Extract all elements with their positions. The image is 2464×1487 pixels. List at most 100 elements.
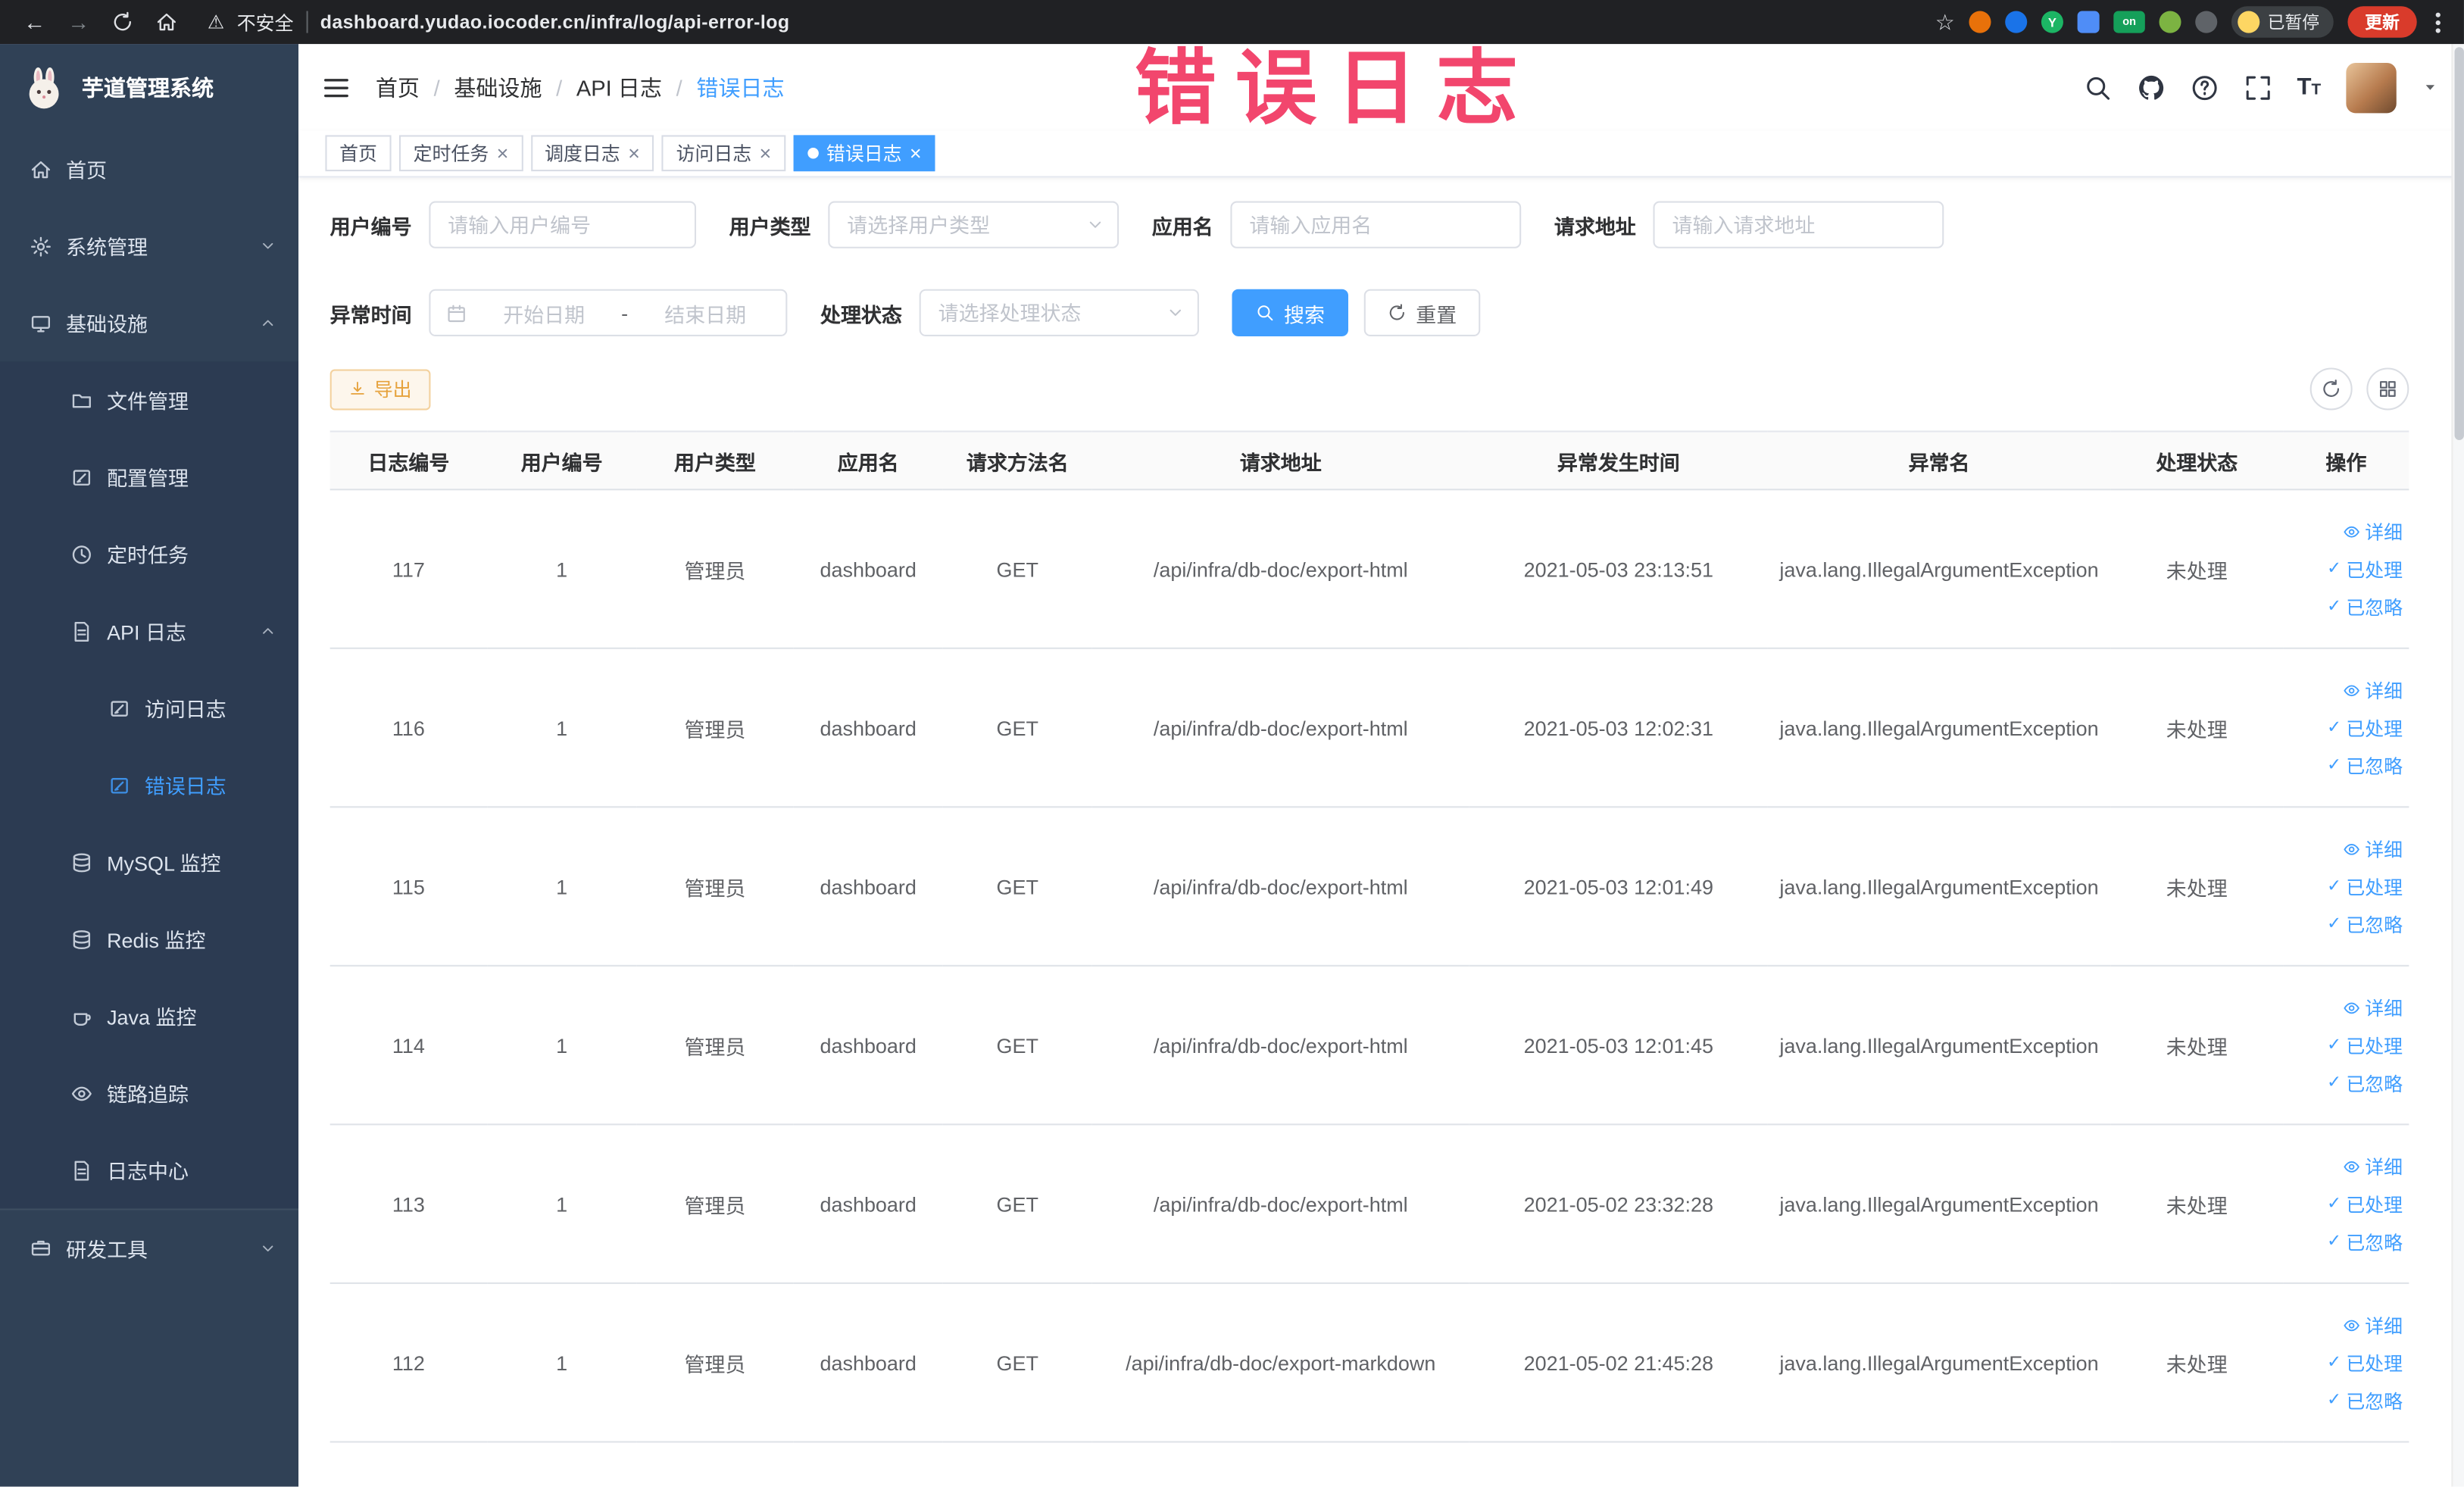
scrollbar-thumb[interactable] (2454, 47, 2464, 440)
sidebar-logo[interactable]: 芋道管理系统 (0, 44, 298, 130)
cell-status: 未处理 (2110, 965, 2284, 1126)
cell-request-url: /api/infra/db-doc/export-markdown (1091, 1282, 1469, 1443)
ignored-link[interactable]: ✓ 已忽略 (2327, 911, 2403, 937)
extension-icon-leaf[interactable] (2159, 11, 2181, 33)
breadcrumb-home[interactable]: 首页 (376, 71, 420, 102)
sidebar-item-config-management[interactable]: 配置管理 (0, 439, 298, 516)
refresh-button[interactable] (2309, 367, 2353, 411)
browser-home-button[interactable] (148, 3, 186, 41)
breadcrumb-infrastructure[interactable]: 基础设施 (454, 71, 542, 102)
tab-schedule-log[interactable]: 调度日志 × (530, 135, 654, 172)
profile-paused-badge[interactable]: 已暂停 (2231, 6, 2334, 38)
extension-icon-green-y[interactable]: Y (2041, 11, 2063, 33)
detail-link[interactable]: 详细 (2343, 836, 2403, 862)
sidebar-item-api-log[interactable]: API 日志 (0, 592, 298, 670)
tab-scheduled-tasks[interactable]: 定时任务 × (398, 135, 523, 172)
sidebar-item-dev-tools[interactable]: 研发工具 (0, 1208, 299, 1286)
address-bar[interactable]: ⚠ 不安全 dashboard.yudao.iocoder.cn/infra/l… (192, 8, 1928, 35)
close-icon[interactable]: × (497, 143, 509, 164)
sidebar-item-scheduled-tasks[interactable]: 定时任务 (0, 515, 298, 592)
search-icon[interactable] (2083, 73, 2111, 101)
clock-icon (70, 543, 92, 565)
process-status-select-input[interactable] (919, 289, 1199, 336)
processed-link[interactable]: ✓ 已处理 (2327, 1191, 2403, 1217)
search-button[interactable]: 搜索 (1232, 289, 1349, 336)
sidebar-item-home[interactable]: 首页 (0, 130, 298, 208)
font-size-icon[interactable]: TT (2297, 74, 2321, 101)
sidebar-item-system-management[interactable]: 系统管理 (0, 208, 298, 285)
browser-menu-icon[interactable] (2431, 11, 2445, 33)
processed-link[interactable]: ✓ 已处理 (2327, 1032, 2403, 1058)
cell-actions: 详细 ✓ 已处理 ✓ 已忽略 (2283, 648, 2409, 808)
ignored-link[interactable]: ✓ 已忽略 (2327, 1228, 2403, 1254)
browser-back-button[interactable]: ← (16, 3, 54, 41)
detail-link[interactable]: 详细 (2343, 1311, 2403, 1338)
processed-link[interactable]: ✓ 已处理 (2327, 873, 2403, 899)
table-row: 115 1 管理员 dashboard GET /api/infra/db-do… (329, 807, 2409, 967)
processed-link[interactable]: ✓ 已处理 (2327, 1349, 2403, 1376)
reset-button[interactable]: 重置 (1363, 289, 1481, 336)
sidebar-item-java-monitor[interactable]: Java 监控 (0, 977, 298, 1054)
extensions-puzzle-icon[interactable] (2195, 11, 2218, 33)
user-type-select-input[interactable] (828, 201, 1120, 248)
user-id-input[interactable] (429, 201, 697, 248)
close-icon[interactable]: × (760, 143, 772, 164)
sidebar-item-error-log[interactable]: 错误日志 (0, 746, 298, 823)
tab-access-log[interactable]: 访问日志 × (661, 135, 785, 172)
user-type-select[interactable] (828, 201, 1120, 248)
extension-icon-orange[interactable] (1969, 11, 1991, 33)
processed-link[interactable]: ✓ 已处理 (2327, 555, 2403, 582)
user-avatar[interactable] (2346, 61, 2397, 113)
sidebar-item-infrastructure[interactable]: 基础设施 (0, 285, 298, 362)
check-icon: ✓ (2326, 1193, 2342, 1213)
bookmark-star-icon[interactable]: ☆ (1935, 8, 1955, 35)
detail-link[interactable]: 详细 (2343, 994, 2403, 1020)
breadcrumb-separator: / (433, 74, 440, 100)
request-url-input[interactable] (1653, 201, 1944, 248)
sidebar-item-access-log[interactable]: 访问日志 (0, 670, 298, 747)
process-status-select[interactable] (919, 289, 1199, 336)
chevron-up-icon (259, 623, 276, 640)
processed-link[interactable]: ✓ 已处理 (2327, 714, 2403, 741)
tab-home[interactable]: 首页 (325, 135, 392, 172)
exception-time-range-picker[interactable]: 开始日期 - 结束日期 (429, 289, 788, 336)
browser-update-button[interactable]: 更新 (2347, 6, 2417, 38)
cell-exception-time: 2021-05-03 12:01:49 (1469, 807, 1768, 967)
breadcrumb-api-log[interactable]: API 日志 (576, 71, 662, 102)
extension-icon-on-badge[interactable]: on (2113, 11, 2145, 33)
browser-forward-button[interactable]: → (60, 3, 98, 41)
browser-reload-button[interactable] (104, 3, 142, 41)
extension-icon-blue[interactable] (2005, 11, 2028, 33)
help-icon[interactable] (2190, 73, 2218, 101)
sidebar-item-label: 访问日志 (144, 698, 226, 722)
cell-actions: 详细 ✓ 已处理 ✓ 已忽略 (2283, 807, 2409, 967)
detail-link[interactable]: 详细 (2343, 518, 2403, 545)
ignored-link[interactable]: ✓ 已忽略 (2327, 593, 2403, 620)
cell-exception-name: java.lang.IllegalArgumentException (1767, 965, 2111, 1126)
sidebar-item-redis-monitor[interactable]: Redis 监控 (0, 901, 298, 978)
github-icon[interactable] (2137, 73, 2165, 101)
sidebar-item-mysql-monitor[interactable]: MySQL 监控 (0, 823, 298, 901)
sidebar-toggle-icon[interactable] (320, 71, 351, 102)
column-settings-button[interactable] (2366, 367, 2409, 411)
detail-link[interactable]: 详细 (2343, 1153, 2403, 1179)
extension-icon-grid[interactable] (2077, 11, 2100, 33)
ignored-link[interactable]: ✓ 已忽略 (2327, 1070, 2403, 1096)
ignored-link[interactable]: ✓ 已忽略 (2327, 752, 2403, 779)
avatar-caret-icon[interactable] (2422, 79, 2439, 96)
detail-link[interactable]: 详细 (2343, 676, 2403, 703)
ignored-link[interactable]: ✓ 已忽略 (2327, 1387, 2403, 1414)
close-icon[interactable]: × (910, 143, 922, 164)
sidebar-item-label: Redis 监控 (107, 929, 206, 953)
check-icon: ✓ (2326, 717, 2342, 736)
cell-app-name: dashboard (793, 1124, 943, 1284)
sidebar-item-file-management[interactable]: 文件管理 (0, 361, 298, 439)
app-name-input[interactable] (1230, 201, 1522, 248)
tab-error-log[interactable]: 错误日志 × (793, 135, 936, 172)
close-icon[interactable]: × (628, 143, 640, 164)
page-scrollbar[interactable] (2451, 44, 2464, 1487)
sidebar-item-trace[interactable]: 链路追踪 (0, 1054, 298, 1132)
fullscreen-icon[interactable] (2244, 73, 2272, 101)
sidebar-item-log-center[interactable]: 日志中心 (0, 1132, 298, 1209)
export-button[interactable]: 导出 (329, 368, 431, 410)
